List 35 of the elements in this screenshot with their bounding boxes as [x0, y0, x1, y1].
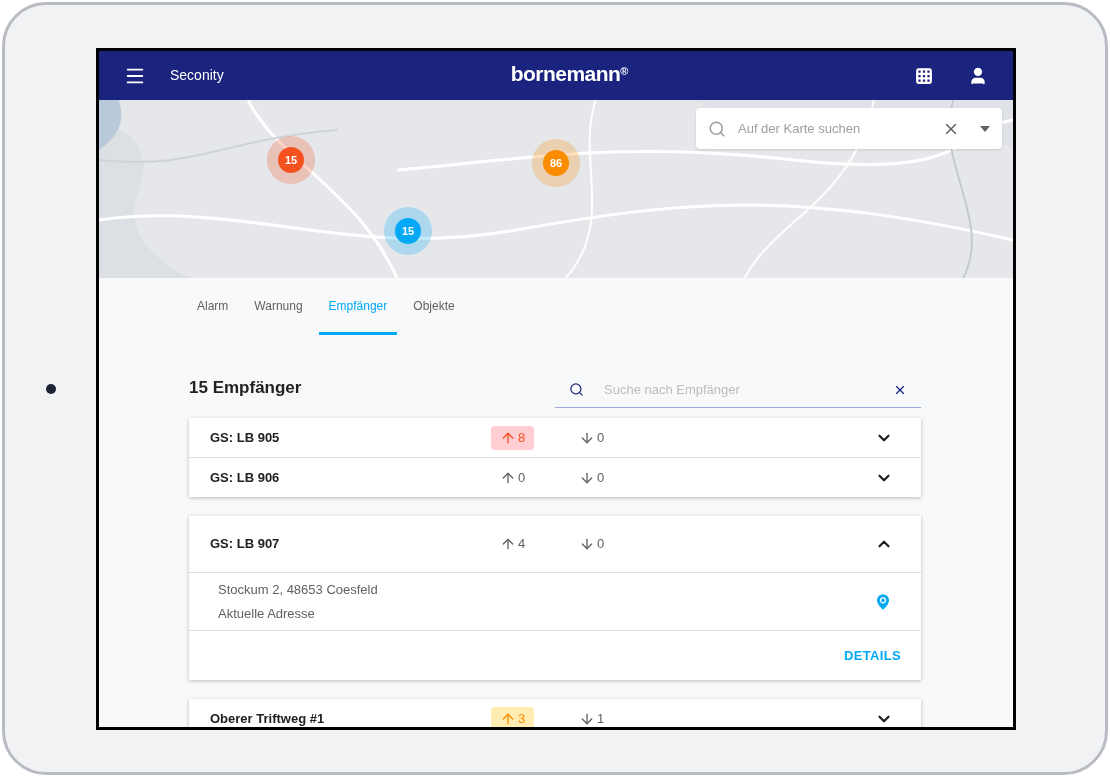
map-search-field[interactable]: Auf der Karte suchen	[696, 108, 1002, 149]
brand-logo: bornemann$^{®}$	[510, 60, 628, 87]
row-title: GS: LB 906	[210, 468, 281, 487]
up-count: 0	[491, 465, 534, 490]
down-count: 0	[579, 467, 605, 488]
list-row[interactable]: GS: LB 906 0 0	[189, 457, 921, 497]
list-row[interactable]: Oberer Triftweg #1 3 1	[189, 699, 921, 727]
row-title: GS: LB 907	[210, 535, 281, 554]
recipient-search-input[interactable]: Suche nach Empfänger	[604, 379, 893, 400]
search-icon	[569, 382, 584, 397]
down-count: 0	[579, 427, 605, 448]
search-icon	[708, 119, 726, 138]
down-count: 0	[579, 534, 605, 554]
location-pin-icon[interactable]	[873, 591, 893, 612]
list-row[interactable]: GS: LB 907 4 0 Stockum 2, 48653 Coesfeld Aktuelle Adresse DETAILS	[189, 516, 921, 680]
address-note: Aktuelle Adresse	[218, 604, 316, 623]
apps-grid-icon[interactable]	[915, 66, 933, 85]
row-title: Oberer Triftweg #1	[210, 709, 326, 727]
row-title: GS: LB 905	[210, 428, 281, 447]
map-search-input[interactable]: Auf der Karte suchen	[738, 118, 942, 139]
app-name: Seconity	[170, 66, 224, 85]
arrow-down-icon	[579, 536, 595, 552]
tab[interactable]: Warnung	[244, 297, 313, 335]
tab[interactable]: Objekte	[403, 297, 465, 335]
down-count: 1	[579, 708, 605, 727]
recipient-search-field[interactable]: Suche nach Empfänger	[555, 372, 921, 408]
tab[interactable]: Alarm	[187, 297, 239, 335]
list-title: 15 Empfänger	[189, 376, 302, 399]
up-count: 4	[491, 532, 534, 556]
list-row[interactable]: GS: LB 905 8 0	[189, 418, 921, 457]
up-count: 3	[491, 706, 534, 727]
address-text: Stockum 2, 48653 Coesfeld	[218, 581, 379, 599]
up-count: 8	[491, 425, 534, 450]
caret-icon[interactable]	[980, 125, 990, 132]
user-icon[interactable]	[968, 65, 988, 86]
